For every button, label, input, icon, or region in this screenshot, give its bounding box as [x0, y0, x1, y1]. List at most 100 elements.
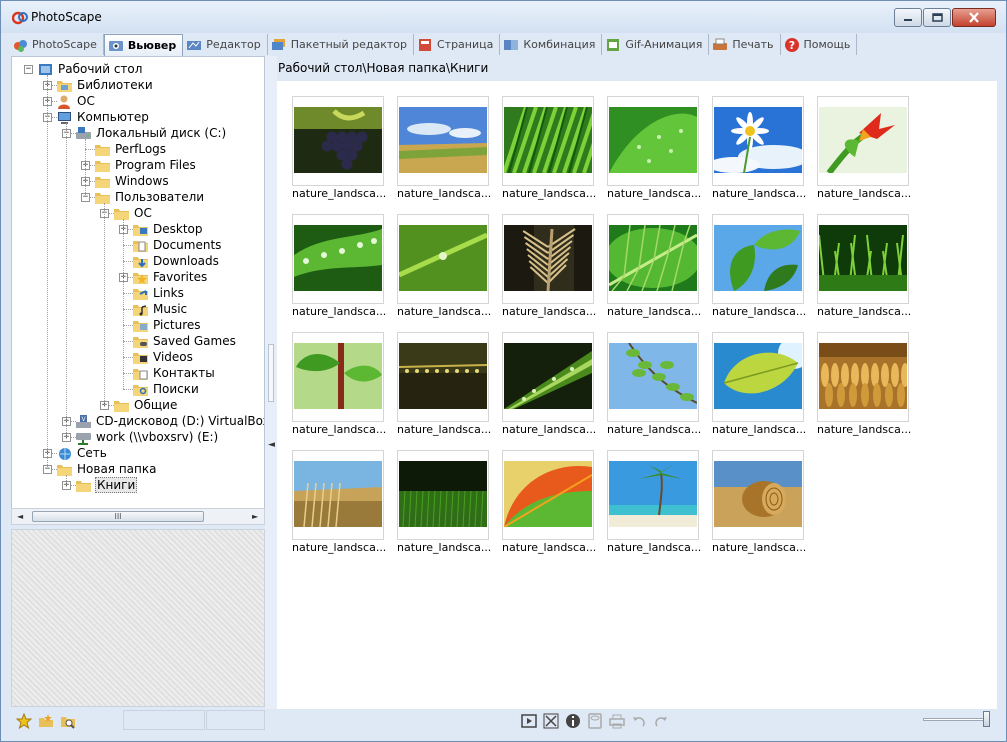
- tree-item[interactable]: Компьютер: [56, 109, 150, 125]
- tab-page[interactable]: Страница: [414, 34, 501, 55]
- tree-item[interactable]: Links: [132, 285, 185, 301]
- thumbnail[interactable]: [607, 450, 699, 540]
- thumbnail[interactable]: [607, 96, 699, 186]
- rotate-left-icon[interactable]: [631, 713, 647, 729]
- pane-splitter[interactable]: ◄: [265, 56, 277, 709]
- tree-item-label: Desktop: [153, 222, 203, 236]
- tree-item[interactable]: Documents: [132, 237, 222, 253]
- tree-item[interactable]: Downloads: [132, 253, 220, 269]
- collapse-left-arrow-icon[interactable]: ◄: [268, 440, 275, 450]
- tree-item[interactable]: ОС: [113, 205, 153, 221]
- zoom-slider-thumb[interactable]: [983, 711, 990, 727]
- tree-item[interactable]: Общие: [113, 397, 178, 413]
- tree-item[interactable]: Сеть: [56, 445, 108, 461]
- tree-item[interactable]: Поиски: [132, 381, 200, 397]
- tree-item[interactable]: Music: [132, 301, 188, 317]
- thumbnail[interactable]: [817, 96, 909, 186]
- thumbnail-label: nature_landsca...: [712, 187, 807, 200]
- thumbnail[interactable]: [292, 450, 384, 540]
- photoscape-logo-icon: [12, 11, 28, 25]
- thumbnail[interactable]: [292, 96, 384, 186]
- thumbnail[interactable]: [502, 214, 594, 304]
- fullscreen-icon[interactable]: [543, 713, 559, 729]
- thumbnail-label: nature_landsca...: [817, 423, 912, 436]
- print-icon[interactable]: [609, 713, 625, 729]
- thumbnail[interactable]: [292, 332, 384, 422]
- tab-batch-editor[interactable]: Пакетный редактор: [268, 34, 414, 55]
- tree-item[interactable]: Pictures: [132, 317, 202, 333]
- thumbnail[interactable]: [817, 214, 909, 304]
- tree-item-label: CD-дисковод (D:) VirtualBox G: [96, 414, 265, 428]
- tree-item[interactable]: Program Files: [94, 157, 197, 173]
- thumbnail[interactable]: [712, 96, 804, 186]
- thumbnail[interactable]: [712, 332, 804, 422]
- thumbnail[interactable]: [502, 332, 594, 422]
- tree-item[interactable]: Favorites: [132, 269, 208, 285]
- star-icon[interactable]: [16, 713, 32, 729]
- thumbnail[interactable]: [607, 214, 699, 304]
- tab-gif-animation[interactable]: Gif-Анимация: [602, 34, 710, 55]
- tree-item[interactable]: Новая папка: [56, 461, 157, 477]
- tree-item[interactable]: Локальный диск (C:): [75, 125, 227, 141]
- tree-item[interactable]: Saved Games: [132, 333, 237, 349]
- tree-item[interactable]: Videos: [132, 349, 194, 365]
- tree-item[interactable]: V CD-дисковод (D:) VirtualBox G: [75, 413, 265, 429]
- maximize-button[interactable]: [923, 8, 951, 27]
- scroll-right-arrow-icon[interactable]: ►: [252, 512, 258, 521]
- thumbnail-image: [609, 461, 697, 527]
- slideshow-icon[interactable]: [521, 713, 537, 729]
- thumbnail[interactable]: [712, 450, 804, 540]
- tree-item[interactable]: Desktop: [132, 221, 204, 237]
- tree-item[interactable]: Пользователи: [94, 189, 205, 205]
- splitter-grip[interactable]: [268, 344, 274, 402]
- thumbnail-label: nature_landsca...: [817, 305, 912, 318]
- thumbnail[interactable]: [817, 332, 909, 422]
- tab-print[interactable]: Печать: [709, 34, 781, 55]
- tree-item[interactable]: Книги: [75, 477, 138, 493]
- tree-item[interactable]: PerfLogs: [94, 141, 167, 157]
- tab-photoscape[interactable]: PhotoScape: [9, 34, 104, 55]
- thumbnail[interactable]: [292, 214, 384, 304]
- thumbnail[interactable]: [397, 96, 489, 186]
- thumbnail[interactable]: [502, 96, 594, 186]
- thumbnail-image: [714, 107, 802, 173]
- tree-item[interactable]: Контакты: [132, 365, 216, 381]
- tree-horizontal-scrollbar[interactable]: ◄ III ►: [11, 508, 265, 525]
- tree-item[interactable]: Рабочий стол: [37, 61, 143, 77]
- scroll-left-arrow-icon[interactable]: ◄: [17, 512, 23, 521]
- tree-item-label: ОС: [134, 206, 152, 220]
- close-button[interactable]: [952, 8, 996, 27]
- tree-item-label: Links: [153, 286, 184, 300]
- info-icon[interactable]: [565, 713, 581, 729]
- minimize-button[interactable]: [894, 8, 922, 27]
- tree-item[interactable]: ОС: [56, 93, 96, 109]
- thumbnail[interactable]: [397, 214, 489, 304]
- thumbnail-image: [609, 107, 697, 173]
- title-bar[interactable]: PhotoScape: [1, 1, 1006, 33]
- tab-help[interactable]: ? Помощь: [781, 34, 858, 55]
- tab-viewer[interactable]: Вьювер: [103, 34, 184, 56]
- zoom-slider-track[interactable]: [923, 718, 988, 721]
- rotate-right-icon[interactable]: [653, 713, 669, 729]
- save-icon[interactable]: [587, 713, 603, 729]
- thumbnail-grid: nature_landsca... nature_landsca... nature…: [277, 81, 997, 709]
- tree-item[interactable]: Библиотеки: [56, 77, 154, 93]
- tree-guide-line: [66, 123, 67, 437]
- videos-folder-icon: [133, 352, 148, 364]
- tree-item-label: Пользователи: [115, 190, 205, 204]
- thumbnail[interactable]: [712, 214, 804, 304]
- tab-combine[interactable]: Комбинация: [500, 34, 603, 55]
- tab-editor[interactable]: Редактор: [183, 34, 268, 55]
- thumbnail[interactable]: [397, 332, 489, 422]
- folder-search-icon[interactable]: [60, 713, 76, 729]
- sparkle-folder-icon[interactable]: [38, 713, 54, 729]
- scrollbar-thumb[interactable]: III: [32, 511, 204, 522]
- tree-item[interactable]: work (\\vboxsrv) (E:): [75, 429, 219, 445]
- folder-tree[interactable]: − Рабочий стол + Библиотеки + ОС − Компьютер − Ло…: [11, 56, 265, 510]
- thumbnail[interactable]: [607, 332, 699, 422]
- cd-drive-icon: V: [76, 414, 91, 428]
- thumbnail[interactable]: [397, 450, 489, 540]
- thumbnail[interactable]: [502, 450, 594, 540]
- tree-expander-minus[interactable]: −: [24, 65, 33, 74]
- tree-item[interactable]: Windows: [94, 173, 170, 189]
